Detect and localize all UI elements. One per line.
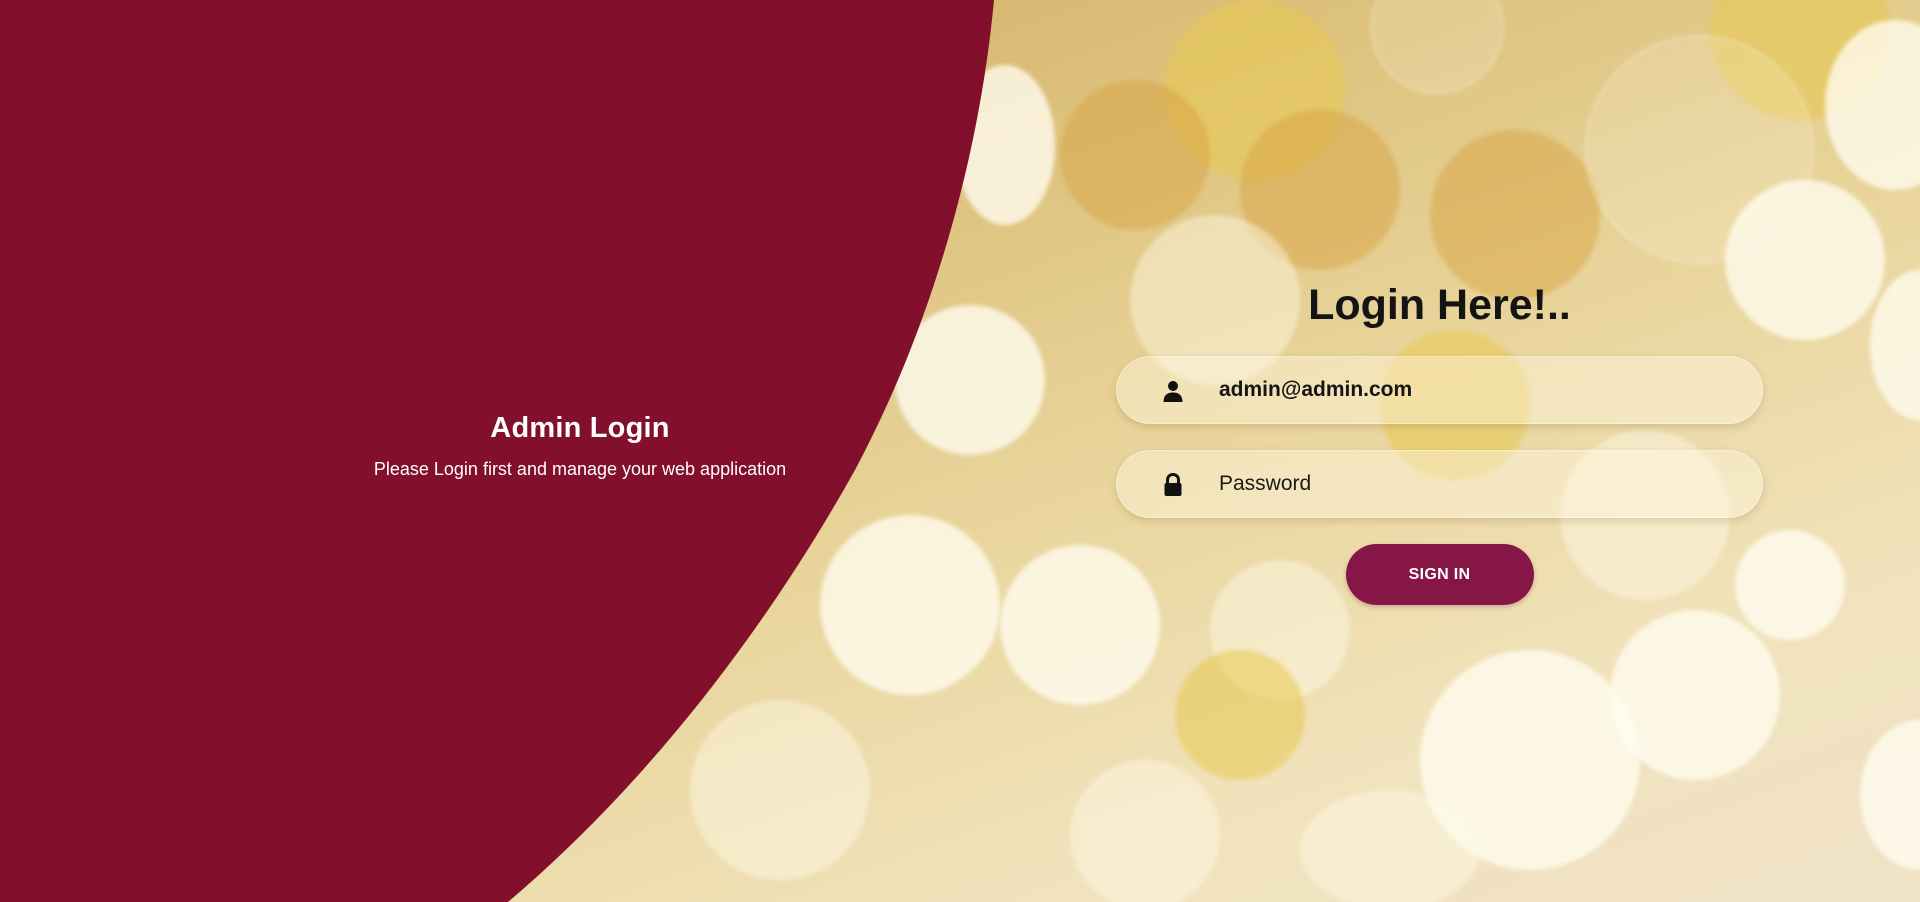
login-page: Admin Login Please Login first and manag… (0, 0, 1920, 902)
password-field-container (1116, 450, 1763, 518)
left-panel-content: Admin Login Please Login first and manag… (300, 412, 860, 480)
lock-icon (1161, 472, 1185, 497)
email-field-container (1116, 356, 1763, 424)
email-input[interactable] (1219, 357, 1739, 423)
password-input[interactable] (1219, 451, 1739, 517)
signin-button-row: SIGN IN (1116, 544, 1763, 605)
user-icon (1161, 379, 1185, 403)
login-form: Login Here!.. SIGN IN (1116, 280, 1763, 605)
left-panel-subtitle: Please Login first and manage your web a… (373, 459, 787, 479)
signin-button[interactable]: SIGN IN (1345, 544, 1534, 605)
left-panel-title: Admin Login (490, 412, 670, 444)
login-title: Login Here!.. (1308, 281, 1571, 329)
